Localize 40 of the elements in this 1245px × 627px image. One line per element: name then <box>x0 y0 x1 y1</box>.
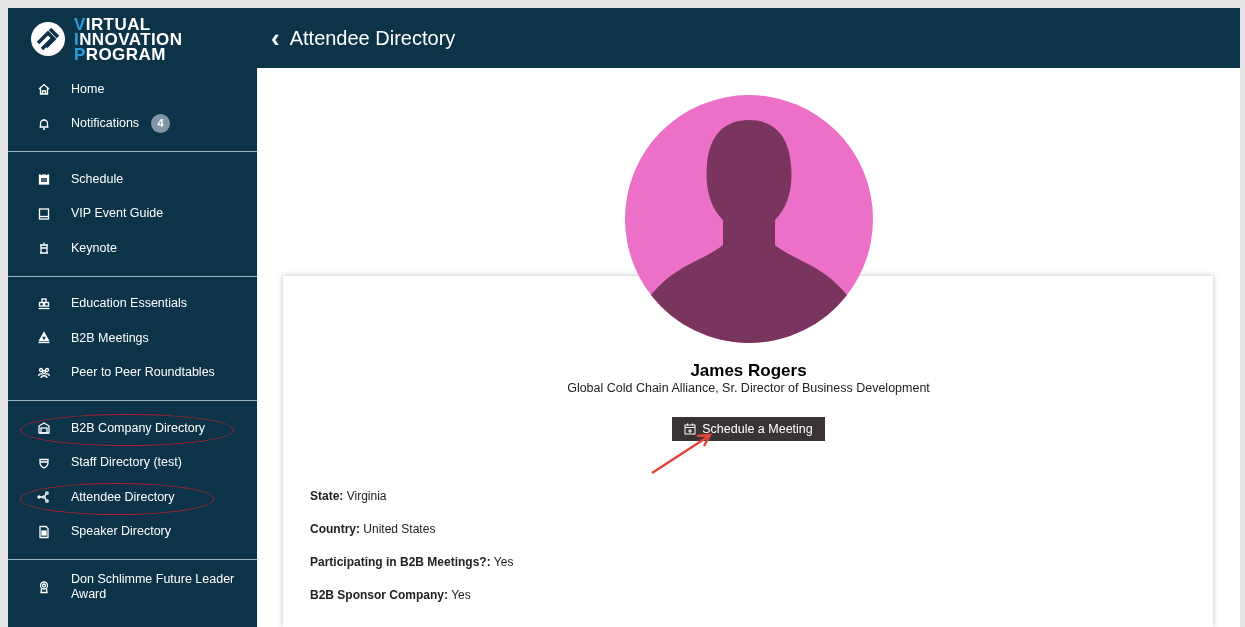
sidebar-item[interactable]: B2B Meetings <box>8 321 257 356</box>
sidebar-item[interactable]: Education Essentials <box>8 286 257 321</box>
sidebar-item[interactable]: Home <box>8 72 257 107</box>
logo-text: INNOVATION <box>74 31 183 47</box>
award-icon <box>37 580 51 595</box>
people-icon <box>37 365 51 380</box>
building-icon <box>37 421 51 436</box>
logo-text: VIRTUAL <box>74 16 151 32</box>
network-icon <box>37 490 51 505</box>
schedule-meeting-button[interactable]: Schedule a Meeting <box>672 416 825 441</box>
bell-icon <box>37 116 51 131</box>
sidebar-item[interactable]: Don Schlimme Future Leader Award <box>8 570 257 605</box>
book-icon <box>37 206 51 221</box>
file-icon <box>37 524 51 539</box>
sidebar-item[interactable]: Notifications 4 <box>8 106 257 141</box>
calendar-add-icon <box>684 422 697 435</box>
sidebar-item[interactable]: B2B Company Directory <box>8 411 257 446</box>
sidebar-item[interactable]: Speaker Directory <box>8 514 257 549</box>
profile-field: Participating in B2B Meetings?: Yes <box>310 553 1240 570</box>
profile-field: B2B Sponsor Company: Yes <box>310 586 1240 603</box>
logo-icon <box>30 21 66 57</box>
home-icon <box>37 82 51 97</box>
sidebar-item[interactable]: Staff Directory (test) <box>8 445 257 480</box>
notification-count: 4 <box>151 114 171 134</box>
calendar-icon <box>37 172 51 187</box>
profile-field: State: Virginia <box>310 487 1240 504</box>
attendee-name: James Rogers <box>690 360 807 382</box>
sidebar-item[interactable]: Keynote <box>8 231 257 266</box>
podium-icon <box>37 241 51 256</box>
logo-text: PROGRAM <box>74 46 166 62</box>
boxes-filled-icon <box>37 331 51 346</box>
sidebar-item[interactable]: VIP Event Guide <box>8 196 257 231</box>
sidebar-item[interactable]: Peer to Peer Roundtables <box>8 355 257 390</box>
sidebar-item[interactable]: Attendee Directory <box>8 480 257 515</box>
page-title: Attendee Directory <box>289 26 456 51</box>
attendee-title: Global Cold Chain Alliance, Sr. Director of Business Development <box>567 381 930 397</box>
profile-field: Country: United States <box>310 520 1240 537</box>
back-button[interactable]: ‹ <box>271 25 280 51</box>
boxes-icon <box>37 296 51 311</box>
sidebar-item[interactable]: Schedule <box>8 162 257 197</box>
